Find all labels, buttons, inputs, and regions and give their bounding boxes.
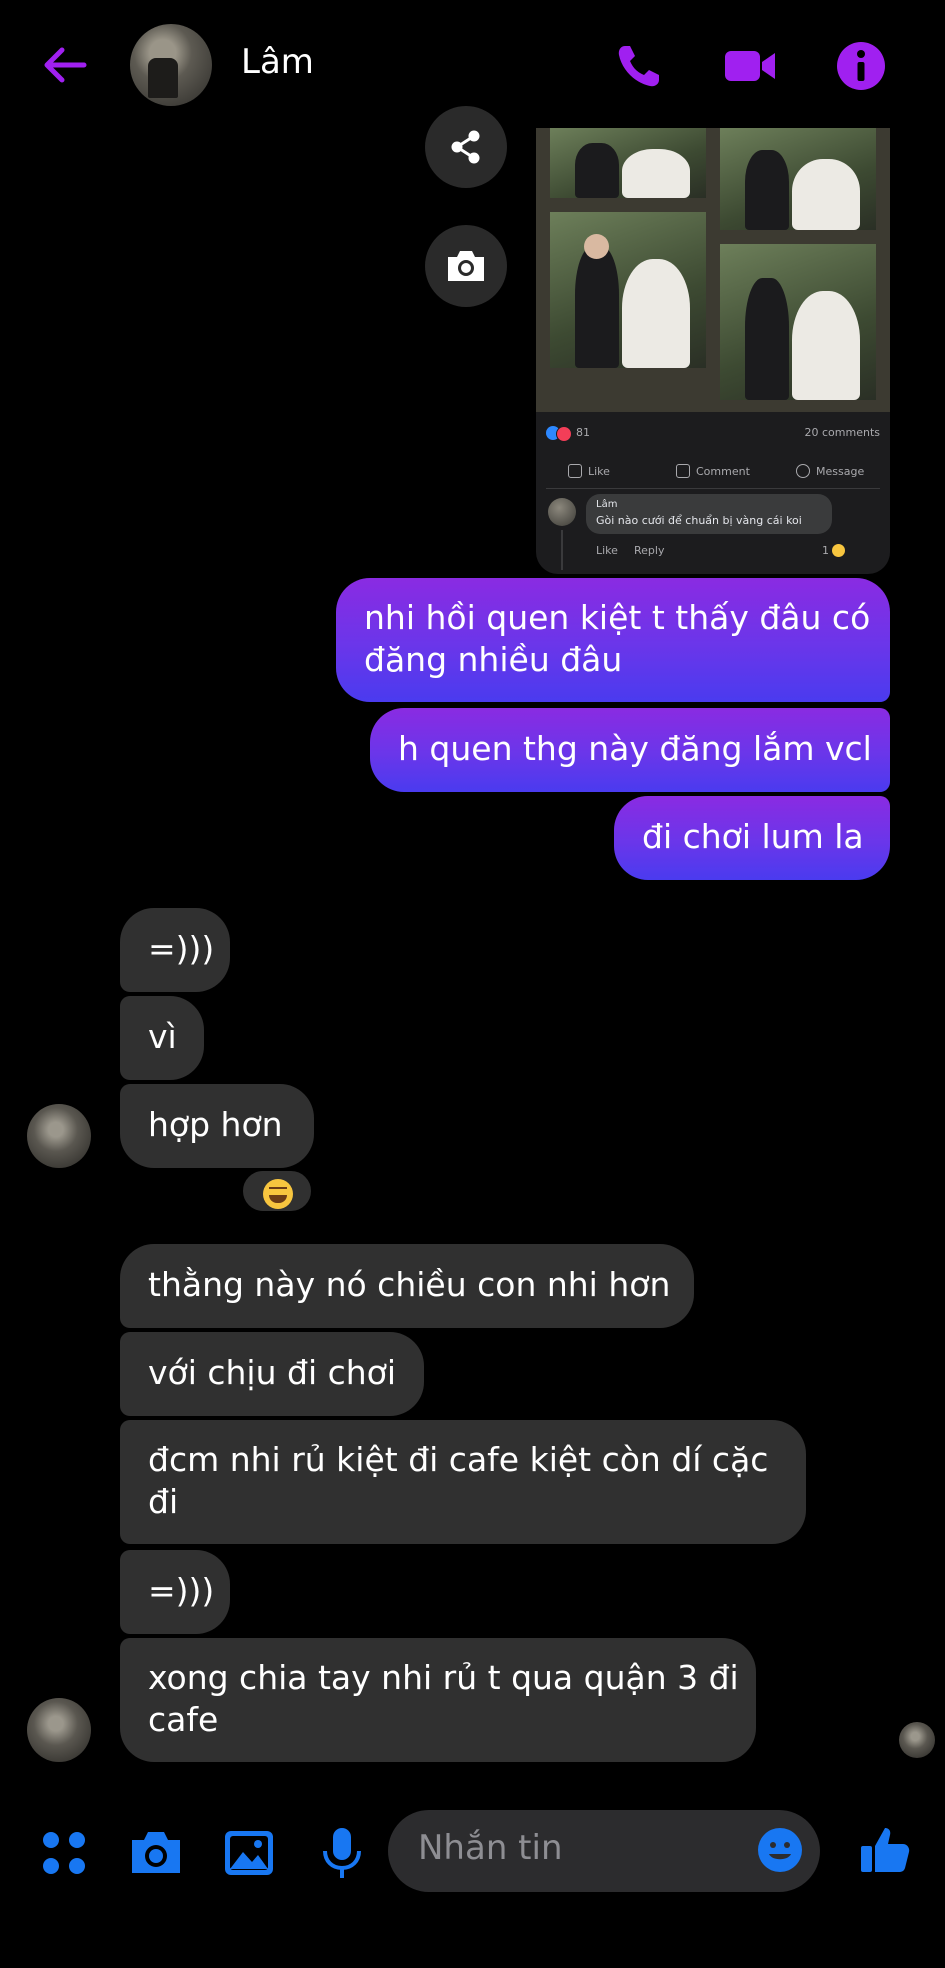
back-arrow-icon[interactable] [40, 40, 90, 90]
laughing-emoji-icon [832, 544, 845, 557]
post-photo-collage[interactable] [536, 128, 890, 412]
comment-avatar [548, 498, 576, 526]
reaction-count: 81 [576, 426, 590, 439]
info-icon[interactable] [833, 38, 889, 94]
shared-post[interactable]: 81 20 comments Like Comment Message Lâm … [536, 128, 890, 574]
message-bubble[interactable]: thằng này nó chiều con nhi hơn [120, 1244, 694, 1328]
seen-receipt-avatar [899, 1722, 935, 1758]
love-reaction-icon [556, 426, 572, 442]
message-line: với chịu đi chơi [148, 1353, 397, 1392]
emoji-icon[interactable] [756, 1826, 804, 1874]
comment-like-link[interactable]: Like [596, 544, 618, 557]
camera-icon[interactable] [128, 1825, 184, 1881]
contact-avatar[interactable] [130, 24, 212, 106]
post-photo [720, 244, 876, 400]
post-like-button[interactable]: Like [568, 464, 610, 478]
comment-bubble: Lâm Gòi nào cưới để chuẩn bị vàng cái ko… [586, 494, 832, 534]
comment-text: Gòi nào cưới để chuẩn bị vàng cái koi [596, 514, 802, 527]
contact-name[interactable]: Lâm [241, 42, 314, 82]
post-photo [550, 128, 706, 198]
message-line: vì [148, 1017, 177, 1056]
message-line: cafe [148, 1700, 219, 1739]
comment-reaction-count: 1 [822, 544, 829, 557]
post-photo [720, 128, 876, 230]
comment-icon [676, 464, 690, 478]
post-photo [550, 212, 706, 368]
message-line: h quen thg này đăng lắm vcl [398, 729, 872, 768]
microphone-icon[interactable] [314, 1825, 370, 1881]
message-line: đi chơi lum la [642, 817, 864, 856]
phone-icon[interactable] [611, 38, 667, 94]
image-icon[interactable] [221, 1825, 277, 1881]
message-line: =))) [148, 1571, 215, 1610]
message-line: hợp hơn [148, 1105, 283, 1144]
message-input[interactable]: Nhắn tin [388, 1810, 820, 1892]
comment-thread-line [561, 530, 563, 570]
sender-avatar[interactable] [27, 1698, 91, 1762]
message-bubble[interactable]: hợp hơn [120, 1084, 314, 1168]
message-bubble[interactable]: đi chơi lum la [614, 796, 890, 880]
laughing-emoji-icon [263, 1179, 293, 1209]
thumbs-up-icon[interactable] [857, 1822, 913, 1878]
message-bubble[interactable]: với chịu đi chơi [120, 1332, 424, 1416]
message-line: đi [148, 1482, 179, 1521]
message-bubble[interactable]: =))) [120, 908, 230, 992]
message-bubble[interactable]: h quen thg này đăng lắm vcl [370, 708, 890, 792]
comments-count[interactable]: 20 comments [805, 426, 881, 439]
message-bubble[interactable]: =))) [120, 1550, 230, 1634]
message-line: xong chia tay nhi rủ t qua quận 3 đi [148, 1658, 739, 1697]
post-reactions[interactable]: 81 20 comments [546, 424, 880, 446]
messenger-icon [796, 464, 810, 478]
message-bubble[interactable]: xong chia tay nhi rủ t qua quận 3 đi caf… [120, 1638, 756, 1762]
share-button[interactable] [425, 106, 507, 188]
message-reaction[interactable] [240, 1168, 314, 1214]
message-line: =))) [148, 929, 215, 968]
apps-icon[interactable] [36, 1825, 92, 1881]
message-bubble[interactable]: nhi hồi quen kiệt t thấy đâu có đăng nhi… [336, 578, 890, 702]
camera-icon [448, 251, 484, 281]
thumbs-up-icon [568, 464, 582, 478]
post-comment-button[interactable]: Comment [676, 464, 750, 478]
sender-avatar[interactable] [27, 1104, 91, 1168]
message-line: đăng nhiều đâu [364, 640, 623, 679]
post-actions: Like Comment Message [546, 458, 880, 489]
camera-button[interactable] [425, 225, 507, 307]
message-bubble[interactable]: đcm nhi rủ kiệt đi cafe kiệt còn dí cặc … [120, 1420, 806, 1544]
message-bubble[interactable]: vì [120, 996, 204, 1080]
message-line: đcm nhi rủ kiệt đi cafe kiệt còn dí cặc [148, 1440, 769, 1479]
message-line: thằng này nó chiều con nhi hơn [148, 1265, 671, 1304]
message-input-placeholder: Nhắn tin [418, 1828, 563, 1868]
comment-reply-link[interactable]: Reply [634, 544, 664, 557]
comment-author: Lâm [596, 499, 618, 510]
post-message-button[interactable]: Message [796, 464, 864, 478]
video-camera-icon[interactable] [722, 38, 778, 94]
message-line: nhi hồi quen kiệt t thấy đâu có [364, 598, 871, 637]
share-icon [451, 130, 480, 164]
